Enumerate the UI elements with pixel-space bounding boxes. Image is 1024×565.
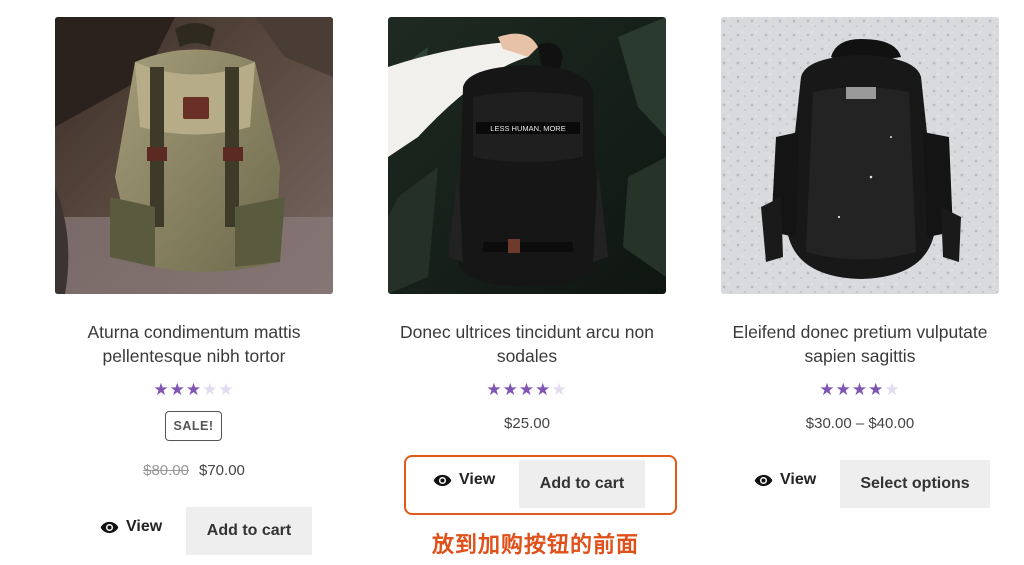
product-price-range: $30.00 – $40.00 [805,415,915,432]
product-image-olive-backpack[interactable] [55,17,333,294]
view-label: View [780,471,817,488]
star-icon: ★ [185,380,203,399]
star-icon: ★ [153,380,170,399]
product-card-1: Aturna condimentum mattis pellentesque n… [55,0,333,565]
star-rating: ★★★★★ [388,380,666,400]
star-icon: ★ [518,380,536,399]
product-price: $25.00 [504,415,550,432]
star-icon: ★ [868,380,885,399]
price: $30.00 – $40.00 [721,415,999,432]
star-icon: ★ [502,380,519,399]
view-label: View [126,518,163,535]
product-card-3: Eleifend donec pretium vulputate sapien … [721,0,999,565]
product-title[interactable]: Aturna condimentum mattis pellentesque n… [45,320,343,368]
star-rating: ★★★★★ [721,380,999,400]
star-icon: ★ [835,380,852,399]
star-icon: ★ [535,380,552,399]
view-button[interactable]: View [754,471,816,489]
olive-backpack-photo [55,17,333,294]
star-icon: ★ [218,380,235,399]
price: $25.00 [388,415,666,432]
star-icon: ★ [202,380,219,399]
star-icon: ★ [169,380,186,399]
old-price: $80.00 [143,462,189,479]
product-image-black-backpack-held[interactable]: LESS HUMAN, MORE [388,17,666,294]
product-title[interactable]: Eleifend donec pretium vulputate sapien … [711,320,1009,368]
star-icon: ★ [486,380,503,399]
price: $80.00 $70.00 [55,462,333,479]
star-icon: ★ [884,380,901,399]
select-options-button[interactable]: Select options [840,460,990,508]
add-to-cart-button[interactable]: Add to cart [186,507,312,555]
backpack-in-snow-photo [721,17,999,294]
black-backpack-held-photo: LESS HUMAN, MORE [388,17,666,294]
product-image-backpack-in-snow[interactable] [721,17,999,294]
product-title[interactable]: Donec ultrices tincidunt arcu non sodale… [378,320,676,368]
eye-icon [100,521,119,533]
strap-label: LESS HUMAN, MORE [490,124,565,133]
star-icon: ★ [851,380,869,399]
sale-badge: SALE! [165,411,222,441]
sale-price: $70.00 [199,462,245,479]
annotation-highlight-box [404,455,677,515]
star-rating: ★★★★★ [55,380,333,400]
star-icon: ★ [819,380,836,399]
eye-icon [754,474,773,486]
annotation-text: 放到加购按钮的前面 [432,533,640,558]
star-icon: ★ [551,380,568,399]
view-button[interactable]: View [100,518,162,536]
